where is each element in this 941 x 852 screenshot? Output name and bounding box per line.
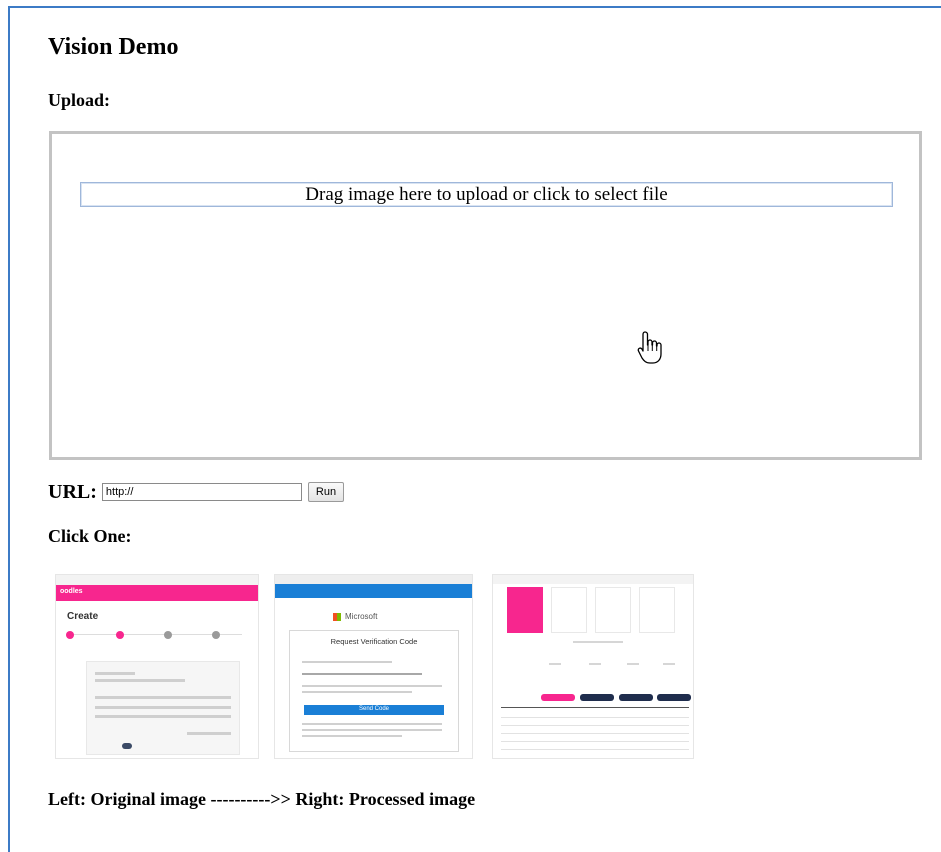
plan-button: [619, 694, 653, 701]
dropzone-prompt[interactable]: Drag image here to upload or click to se…: [80, 182, 893, 207]
upload-label: Upload:: [48, 90, 111, 110]
thumb-heading: Request Verification Code: [330, 637, 418, 646]
blue-banner: [275, 584, 472, 598]
text-line: [302, 661, 392, 663]
sample-image-2[interactable]: Microsoft Request Verification Code Send…: [275, 575, 472, 758]
plan-button: [541, 694, 575, 701]
text-line: [627, 663, 639, 665]
table-rule: [501, 717, 689, 718]
click-one-label: Click One:: [48, 526, 132, 546]
verification-card: Request Verification Code Send Code: [289, 630, 459, 752]
plan-button: [580, 694, 614, 701]
url-input[interactable]: [101, 483, 302, 501]
text-line: [95, 672, 135, 675]
tab-card: [551, 587, 587, 633]
footer-caption: Left: Original image ---------->> Right:…: [48, 789, 476, 809]
text-line: [663, 663, 675, 665]
run-button[interactable]: Run: [307, 482, 345, 502]
table-rule: [501, 707, 689, 708]
hand-pointer-icon: [637, 331, 662, 364]
text-line: [302, 673, 422, 675]
table-rule: [501, 725, 689, 726]
text-line: [573, 641, 623, 643]
microsoft-logo-icon: [333, 613, 341, 621]
text-line: [95, 696, 231, 699]
text-line: [302, 729, 442, 731]
table-rule: [501, 741, 689, 742]
brand-text: oodles: [60, 588, 83, 595]
window-frame-left: [8, 6, 10, 852]
send-code-label: Send Code: [358, 706, 390, 712]
brand-text: Microsoft: [345, 612, 378, 621]
text-line: [549, 663, 561, 665]
url-row: URL: Run: [48, 480, 345, 504]
text-line: [187, 732, 231, 735]
text-line: [95, 679, 185, 682]
tab-card: [507, 587, 543, 633]
table-rule: [501, 749, 689, 750]
page-title: Vision Demo: [48, 34, 179, 60]
tab-card: [595, 587, 631, 633]
step-dot: [116, 631, 124, 639]
app-header: oodles: [56, 585, 258, 601]
table-rule: [501, 733, 689, 734]
badge: [122, 743, 132, 749]
text-line: [302, 691, 412, 693]
text-line: [95, 715, 231, 718]
browser-bar: [275, 575, 472, 584]
window-frame-top: [8, 6, 941, 8]
sample-image-3[interactable]: [493, 575, 693, 758]
summary-card: [86, 661, 240, 755]
step-dot: [212, 631, 220, 639]
url-label: URL:: [48, 480, 97, 503]
text-line: [589, 663, 601, 665]
text-line: [302, 735, 402, 737]
thumb-heading: Create: [67, 611, 99, 622]
send-code-button: Send Code: [304, 705, 444, 715]
text-line: [302, 723, 442, 725]
plan-button: [657, 694, 691, 701]
browser-bar: [56, 575, 258, 585]
text-line: [95, 706, 231, 709]
sample-image-1[interactable]: oodles Create: [56, 575, 258, 758]
step-dot: [66, 631, 74, 639]
tab-card: [639, 587, 675, 633]
browser-bar: [493, 575, 693, 584]
text-line: [302, 685, 442, 687]
step-dot: [164, 631, 172, 639]
upload-dropzone[interactable]: Drag image here to upload or click to se…: [49, 131, 922, 460]
